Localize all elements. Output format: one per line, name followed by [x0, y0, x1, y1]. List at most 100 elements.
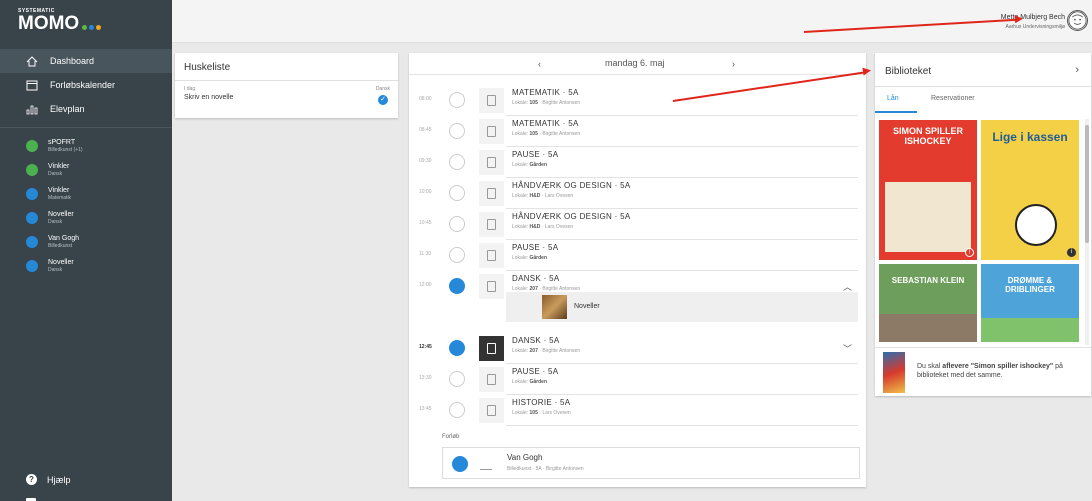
lesson-status-toggle[interactable] [449, 247, 465, 263]
avatar-icon[interactable] [1067, 10, 1088, 31]
teacher-name: Lars Ovesen [542, 410, 571, 416]
book-title: SIMON SPILLER ISHOCKEY [892, 126, 963, 146]
scrollbar-thumb[interactable] [1085, 125, 1089, 243]
lesson-status-toggle[interactable] [449, 278, 465, 294]
subject-icon [479, 150, 504, 175]
lesson-material[interactable]: Noveller [506, 292, 858, 322]
teacher-name: Lars Ovesen [544, 193, 574, 199]
book-cover[interactable]: DRØMME & DRIBLINGER [981, 264, 1079, 342]
lesson-status-toggle[interactable] [449, 340, 465, 356]
next-day-button[interactable]: › [732, 59, 735, 69]
library-scrollbar[interactable] [1085, 119, 1089, 345]
notice-book-thumbnail [883, 352, 905, 393]
help-link[interactable]: ? Hjælp [26, 474, 71, 485]
lesson-card[interactable]: PAUSE · 5A Lokale: Gården [506, 364, 858, 395]
lesson-card[interactable]: DANSK · 5A Lokale: 207 · Birgitte Antons… [506, 333, 858, 364]
room-label: Lokale: [512, 348, 529, 354]
lesson-status-toggle[interactable] [449, 402, 465, 418]
nav-elevplan[interactable]: Elevplan [0, 97, 172, 121]
book-cover[interactable]: Lige i kassen i [981, 120, 1079, 260]
day-calendar: ‹ mandag 6. maj › 08:00 MATEMATIK · 5A L… [409, 53, 866, 487]
lesson-title: HISTORIE · 5A [512, 398, 571, 407]
room-label: Lokale: [512, 410, 529, 416]
teacher-name: Birgitte Antonsen [542, 131, 581, 137]
library-header: Biblioteket › [875, 53, 1091, 87]
course-subject: Dansk [48, 219, 63, 225]
calendar-header: ‹ mandag 6. maj › [409, 53, 866, 75]
room-value: H&D [529, 193, 541, 199]
lesson-row[interactable]: 13:45 HISTORIE · 5A Lokale: 105 · Lars O… [409, 395, 866, 426]
library-notice[interactable]: Du skal aflevere "Simon spiller ishockey… [875, 347, 1091, 396]
nav-dashboard-label: Dashboard [50, 56, 95, 66]
lesson-status-toggle[interactable] [449, 123, 465, 139]
divider [0, 127, 172, 128]
lesson-status-toggle[interactable] [449, 216, 465, 232]
tab-laan[interactable]: Lån [887, 95, 899, 102]
nav-forloebskalender[interactable]: Forløbskalender [0, 73, 172, 97]
course-item[interactable]: Noveller Dansk [0, 206, 172, 230]
book-title: DRØMME & DRIBLINGER [1005, 276, 1055, 294]
teacher-name: Birgitte Antonsen [542, 348, 581, 354]
lesson-row[interactable]: 13:30 PAUSE · 5A Lokale: Gården [409, 364, 866, 395]
course-item[interactable]: Vinkler Dansk [0, 158, 172, 182]
room-label: Lokale: [512, 379, 529, 385]
prev-day-button[interactable]: ‹ [538, 59, 541, 69]
nav-dashboard[interactable]: Dashboard [0, 49, 172, 73]
lesson-status-toggle[interactable] [449, 92, 465, 108]
lesson-time: 08:45 [419, 127, 432, 133]
nav-elevplan-label: Elevplan [50, 104, 85, 114]
active-tab-indicator [875, 111, 917, 113]
lesson-card[interactable]: PAUSE · 5A Lokale: Gården [506, 240, 858, 271]
forloeb-card[interactable]: Van Gogh Billedkunst · 5A · Birgitte Ant… [442, 447, 860, 479]
calendar-icon [26, 80, 38, 90]
course-item[interactable]: Van Gogh Billedkunst [0, 230, 172, 254]
huskeliste-task[interactable]: I dag Skriv en novelle Dansk ✓ [175, 81, 398, 106]
tab-reservationer[interactable]: Reservationer [931, 95, 975, 102]
lesson-status-toggle[interactable] [449, 185, 465, 201]
course-dot-icon [26, 260, 38, 272]
help-icon: ? [26, 474, 37, 485]
course-name: Van Gogh [48, 235, 80, 242]
logo[interactable]: SYSTEMATIC MOMO [0, 0, 172, 43]
info-icon[interactable]: i [1067, 248, 1076, 257]
notice-prefix: Du skal [917, 363, 943, 370]
course-subject: Billedkunst (+1) [48, 147, 83, 153]
course-subject: Matematik [48, 195, 72, 201]
lesson-card[interactable]: HÅNDVÆRK OG DESIGN · 5A Lokale: H&D · La… [506, 209, 858, 240]
book-cover[interactable]: SIMON SPILLER ISHOCKEY ! [879, 120, 977, 260]
forloeb-status-icon[interactable] [452, 456, 468, 472]
lesson-card[interactable]: HÅNDVÆRK OG DESIGN · 5A Lokale: H&D · La… [506, 178, 858, 209]
course-dot-icon [26, 212, 38, 224]
lesson-row[interactable]: 11:30 PAUSE · 5A Lokale: Gården [409, 240, 866, 271]
course-item[interactable]: Vinkler Matematik [0, 182, 172, 206]
lesson-status-toggle[interactable] [449, 371, 465, 387]
lesson-row[interactable]: 10:45 HÅNDVÆRK OG DESIGN · 5A Lokale: H&… [409, 209, 866, 240]
room-value: 105 [529, 100, 538, 106]
lesson-card[interactable]: MATEMATIK · 5A Lokale: 105 · Birgitte An… [506, 116, 858, 147]
lesson-time: 12:00 [419, 282, 432, 288]
lesson-meta: Lokale: 105 · Lars Ovesen [512, 410, 571, 416]
lesson-card[interactable]: HISTORIE · 5A Lokale: 105 · Lars Ovesen [506, 395, 858, 426]
lesson-row[interactable]: 08:45 MATEMATIK · 5A Lokale: 105 · Birgi… [409, 116, 866, 147]
lesson-status-toggle[interactable] [449, 154, 465, 170]
bar-chart-icon [26, 105, 38, 114]
subject-icon [479, 336, 504, 361]
course-item[interactable]: sPOFRT Billedkunst (+1) [0, 134, 172, 158]
lesson-row[interactable]: 12:45 DANSK · 5A Lokale: 207 · Birgitte … [409, 333, 866, 364]
course-name: sPOFRT [48, 139, 76, 146]
lesson-row[interactable]: 10:00 HÅNDVÆRK OG DESIGN · 5A Lokale: H&… [409, 178, 866, 209]
lesson-title: PAUSE · 5A [512, 150, 559, 159]
chevron-right-icon[interactable]: › [1075, 64, 1079, 76]
course-item[interactable]: Noveller Dansk [0, 254, 172, 278]
alert-badge-icon[interactable]: ! [965, 248, 974, 257]
lesson-card[interactable]: PAUSE · 5A Lokale: Gården [506, 147, 858, 178]
chevron-down-icon[interactable]: ﹀ [843, 342, 852, 355]
book-title: SEBASTIAN KLEIN [891, 276, 965, 285]
lesson-row[interactable]: 08:00 MATEMATIK · 5A Lokale: 105 · Birgi… [409, 85, 866, 116]
course-name: Noveller [48, 259, 74, 266]
task-check-icon[interactable]: ✓ [378, 95, 388, 105]
lesson-meta: Lokale: Gården [512, 162, 858, 168]
lesson-title: MATEMATIK · 5A [512, 88, 579, 97]
lesson-row[interactable]: 09:30 PAUSE · 5A Lokale: Gården [409, 147, 866, 178]
book-cover[interactable]: SEBASTIAN KLEIN [879, 264, 977, 342]
